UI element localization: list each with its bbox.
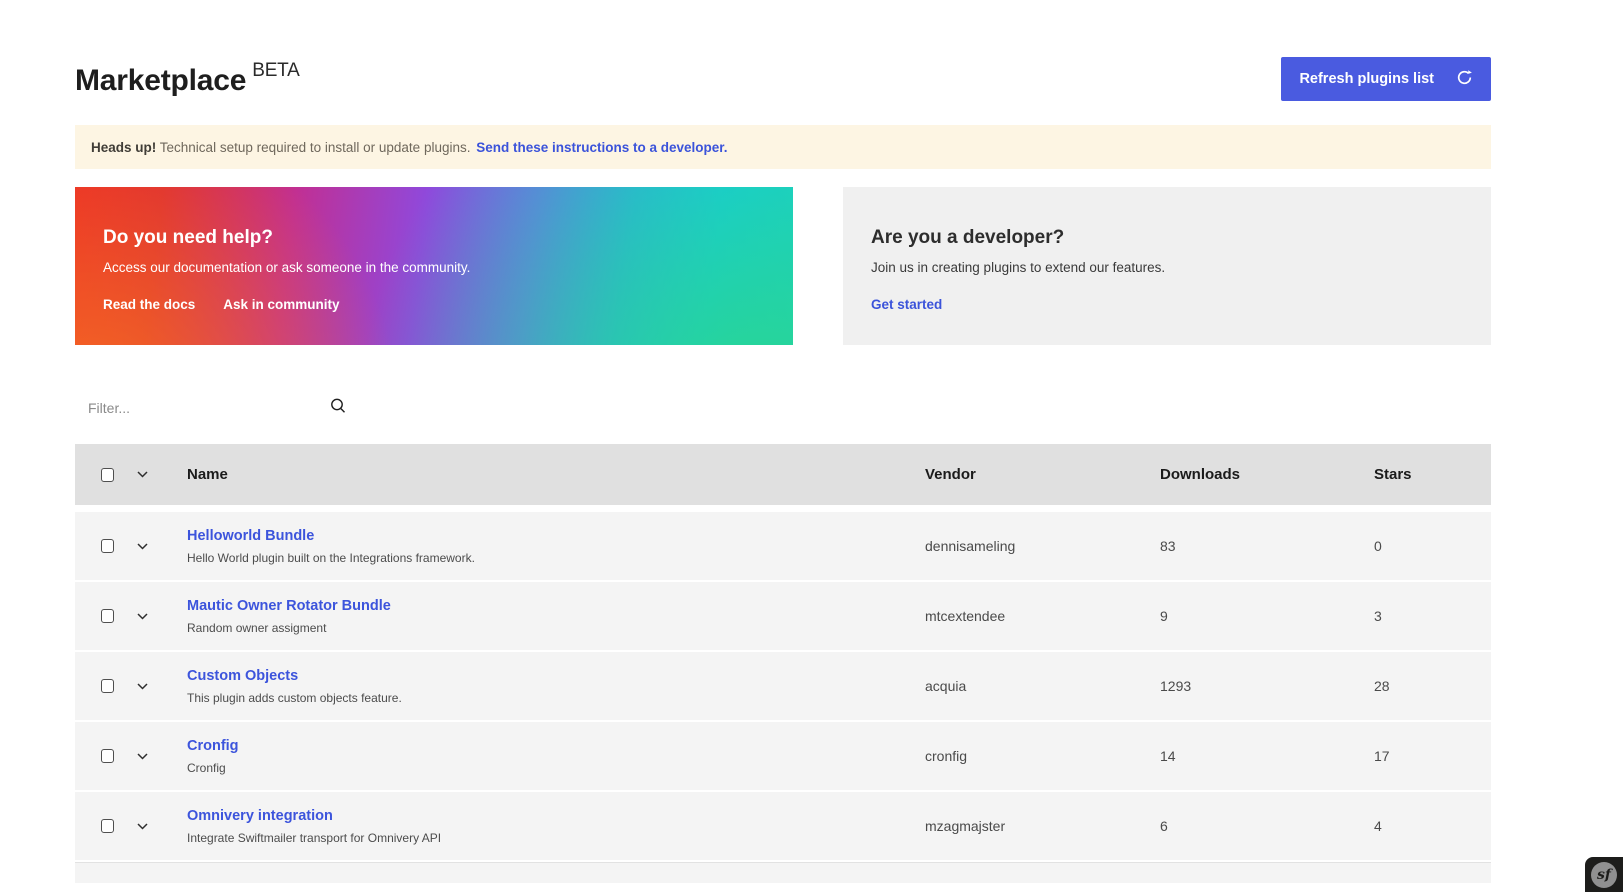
plugins-table: Name Vendor Downloads Stars Helloworld B…	[75, 444, 1491, 883]
plugin-description: Random owner assigment	[187, 621, 925, 635]
refresh-plugins-label: Refresh plugins list	[1299, 71, 1434, 87]
plugin-stars: 28	[1374, 678, 1491, 694]
plugin-stars: 4	[1374, 818, 1491, 834]
plugin-vendor: mzagmajster	[925, 818, 1160, 834]
table-row: Omnivery integration Integrate Swiftmail…	[75, 792, 1491, 860]
row-checkbox[interactable]	[101, 539, 114, 553]
column-header-stars: Stars	[1374, 466, 1491, 483]
plugin-vendor: mtcextendee	[925, 608, 1160, 624]
plugin-downloads: 14	[1160, 748, 1374, 764]
plugin-stars: 0	[1374, 538, 1491, 554]
plugin-description: Integrate Swiftmailer transport for Omni…	[187, 831, 925, 845]
plugin-vendor: dennisameling	[925, 538, 1160, 554]
symfony-logo-icon: sf	[1591, 862, 1617, 888]
page-title-text: Marketplace	[75, 64, 246, 97]
plugin-stars: 3	[1374, 608, 1491, 624]
symfony-profiler-badge[interactable]: sf	[1585, 857, 1623, 892]
plugin-name-link[interactable]: Cronfig	[187, 738, 239, 754]
refresh-icon	[1456, 69, 1473, 90]
filter-input[interactable]	[75, 394, 327, 422]
ask-community-link[interactable]: Ask in community	[223, 297, 339, 312]
developer-card-title: Are you a developer?	[871, 227, 1461, 249]
row-checkbox[interactable]	[101, 749, 114, 763]
select-all-checkbox[interactable]	[101, 468, 114, 482]
table-header-gap	[75, 505, 1491, 512]
filter-row	[75, 394, 1491, 426]
chevron-down-icon[interactable]	[137, 683, 187, 690]
page-title: Marketplace BETA	[75, 60, 300, 98]
developer-card-description: Join us in creating plugins to extend ou…	[871, 260, 1461, 275]
row-checkbox[interactable]	[101, 679, 114, 693]
plugin-downloads: 1293	[1160, 678, 1374, 694]
column-header-vendor: Vendor	[925, 466, 1160, 483]
plugin-name-link[interactable]: Helloworld Bundle	[187, 528, 314, 544]
chevron-down-icon[interactable]	[137, 543, 187, 550]
plugin-stars: 17	[1374, 748, 1491, 764]
get-started-link[interactable]: Get started	[871, 297, 942, 312]
plugin-description: This plugin adds custom objects feature.	[187, 691, 925, 705]
row-checkbox[interactable]	[101, 609, 114, 623]
chevron-down-icon[interactable]	[137, 471, 187, 478]
table-row: Custom Objects This plugin adds custom o…	[75, 652, 1491, 720]
plugin-downloads: 6	[1160, 818, 1374, 834]
beta-badge: BETA	[252, 60, 299, 81]
column-header-name: Name	[187, 466, 925, 483]
plugin-downloads: 83	[1160, 538, 1374, 554]
plugin-vendor: cronfig	[925, 748, 1160, 764]
help-card-description: Access our documentation or ask someone …	[103, 260, 763, 275]
chevron-down-icon[interactable]	[137, 613, 187, 620]
plugin-name-link[interactable]: Omnivery integration	[187, 808, 333, 824]
plugin-downloads: 9	[1160, 608, 1374, 624]
plugin-description: Hello World plugin built on the Integrat…	[187, 551, 925, 565]
alert-intro: Heads up!	[91, 140, 156, 155]
read-docs-link[interactable]: Read the docs	[103, 297, 195, 312]
help-card: Do you need help? Access our documentati…	[75, 187, 793, 345]
refresh-plugins-button[interactable]: Refresh plugins list	[1281, 57, 1491, 101]
chevron-down-icon[interactable]	[137, 753, 187, 760]
developer-card: Are you a developer? Join us in creating…	[843, 187, 1491, 345]
table-row: Mautic Owner Rotator Bundle Random owner…	[75, 582, 1491, 650]
search-icon[interactable]	[329, 397, 347, 420]
plugin-name-link[interactable]: Mautic Owner Rotator Bundle	[187, 598, 391, 614]
column-header-downloads: Downloads	[1160, 466, 1374, 483]
table-row-partial	[75, 862, 1491, 883]
row-checkbox[interactable]	[101, 819, 114, 833]
page-header: Marketplace BETA Refresh plugins list	[75, 0, 1491, 101]
help-card-title: Do you need help?	[103, 227, 763, 249]
plugin-vendor: acquia	[925, 678, 1160, 694]
chevron-down-icon[interactable]	[137, 823, 187, 830]
alert-instructions-link[interactable]: Send these instructions to a developer.	[476, 140, 727, 155]
table-row: Cronfig Cronfig cronfig 14 17	[75, 722, 1491, 790]
plugin-name-link[interactable]: Custom Objects	[187, 668, 298, 684]
plugin-description: Cronfig	[187, 761, 925, 775]
table-header-row: Name Vendor Downloads Stars	[75, 444, 1491, 505]
heads-up-alert: Heads up! Technical setup required to in…	[75, 125, 1491, 169]
alert-message: Technical setup required to install or u…	[160, 140, 471, 155]
table-row: Helloworld Bundle Hello World plugin bui…	[75, 512, 1491, 580]
